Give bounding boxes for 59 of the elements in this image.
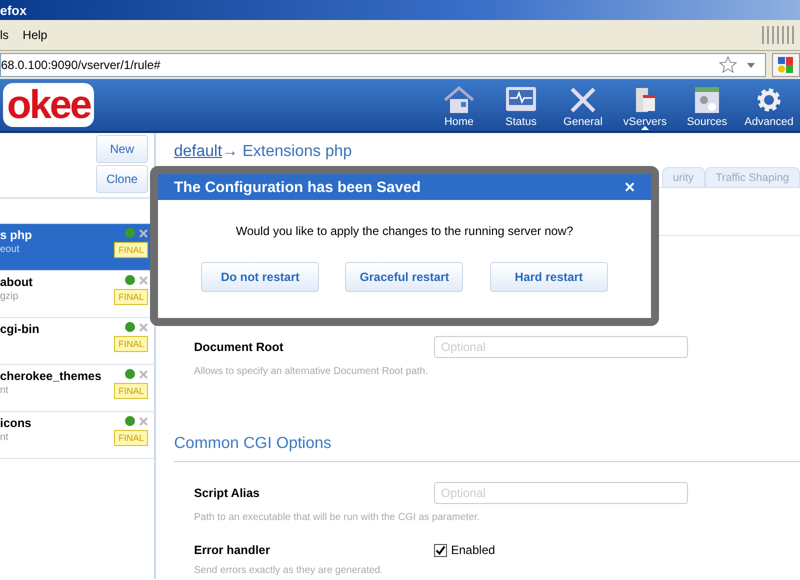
close-icon[interactable]	[139, 416, 148, 426]
close-icon[interactable]	[139, 228, 148, 238]
field-label: Document Root	[194, 340, 284, 354]
sidebar-button[interactable]: Clone	[96, 165, 148, 193]
final-badge: FINAL	[114, 430, 148, 446]
monitor-icon	[505, 86, 537, 114]
checkbox-label: Enabled	[451, 543, 496, 557]
checkbox[interactable]	[434, 544, 447, 556]
dialog-message: Would you like to apply the changes to the running server now?	[234, 223, 574, 238]
field-hint: Path to an executable that will be run with the CGI as parameter.	[194, 512, 481, 523]
rule-item[interactable]: icons nt FINAL	[0, 412, 154, 459]
final-badge: FINAL	[114, 383, 148, 399]
nav-item[interactable]: General	[552, 82, 614, 128]
nav-item[interactable]: Status	[490, 82, 552, 128]
close-icon[interactable]	[139, 322, 148, 332]
final-badge: FINAL	[114, 242, 148, 258]
url-text: 68.0.100:9090/vserver/1/rule#	[1, 58, 162, 72]
restart-button[interactable]: Graceful restart	[345, 262, 464, 292]
dialog-title: The Configuration has been Saved	[174, 178, 421, 196]
field-label: Script Alias	[194, 486, 261, 500]
breadcrumb-title: → Extensions php	[222, 143, 352, 160]
field-hint: Send errors exactly as they are generated.	[194, 565, 384, 576]
rule-name: about	[0, 275, 33, 289]
search-engine-button[interactable]	[772, 53, 800, 77]
nav-item[interactable]: Home	[428, 82, 490, 128]
rule-name: icons	[0, 416, 32, 430]
final-badge: FINAL	[114, 289, 148, 305]
breadcrumb-link[interactable]: default	[174, 143, 222, 160]
address-field[interactable]: 68.0.100:9090/vserver/1/rule#	[0, 53, 766, 77]
house-icon	[443, 86, 475, 114]
nav-item[interactable]: Advanced	[738, 82, 800, 128]
section-title: Common CGI Options	[174, 377, 800, 462]
sidebar-button[interactable]: New	[96, 135, 148, 163]
dropdown-caret-icon[interactable]	[747, 62, 755, 68]
nav-item[interactable]: Sources	[676, 82, 738, 128]
field-hint: Allows to specify an alternative Document Root path.	[194, 366, 430, 377]
menu-item[interactable]: Help	[22, 28, 48, 42]
search-engine-icon	[777, 56, 795, 74]
close-button[interactable]: ×	[624, 176, 635, 198]
rule-detail: eout	[0, 244, 20, 255]
close-icon[interactable]	[139, 370, 148, 378]
rule-item[interactable]: cherokee_themes nt FINAL	[0, 365, 154, 412]
window-title: efox	[0, 2, 27, 18]
nav-item[interactable]: vServers	[614, 82, 676, 128]
logo: okee	[3, 83, 94, 127]
rule-detail: nt	[0, 432, 10, 443]
star-icon[interactable]	[719, 56, 737, 74]
restart-button[interactable]: Do not restart	[201, 262, 320, 292]
rule-name: cgi-bin	[0, 322, 40, 336]
rule-item[interactable]: cgi-bin FINAL	[0, 318, 154, 365]
close-icon[interactable]	[139, 276, 148, 284]
rule-detail: gzip	[0, 291, 20, 302]
rule-name: s php	[0, 228, 32, 242]
menu-item[interactable]: ls	[0, 28, 9, 42]
rule-name: cherokee_themes	[0, 369, 102, 383]
final-badge: FINAL	[114, 336, 148, 352]
restart-button[interactable]: Hard restart	[490, 262, 608, 292]
field-label: Error handler	[194, 543, 272, 557]
rule-detail: nt	[0, 385, 10, 396]
